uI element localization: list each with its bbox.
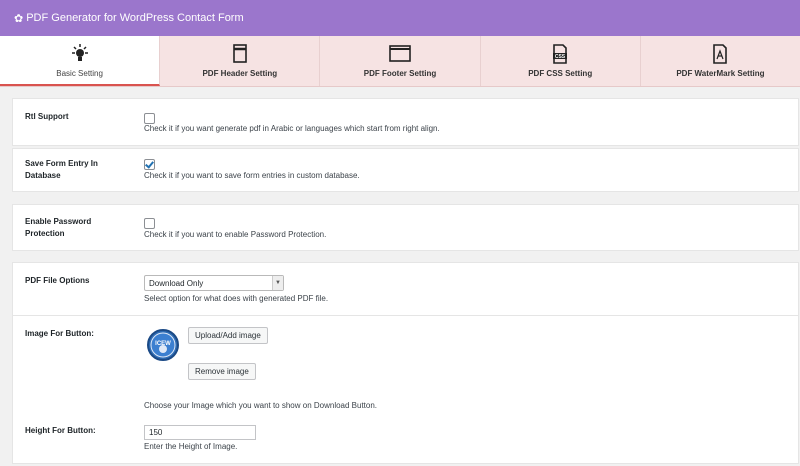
- app-title: PDF Generator for WordPress Contact Form: [26, 12, 244, 24]
- height-button-label: Height For Button:: [25, 426, 96, 435]
- button-image-preview: ICEW: [147, 329, 179, 361]
- tab-label: PDF Footer Setting: [363, 69, 437, 78]
- settings-tabs: Basic Setting PDF Header Setting PDF Foo…: [0, 36, 800, 87]
- watermark-file-icon: [713, 44, 728, 64]
- logo-icon: ICEW: [150, 332, 176, 358]
- upload-image-button[interactable]: Upload/Add image: [188, 327, 268, 344]
- remove-image-button[interactable]: Remove image: [188, 363, 256, 380]
- tab-label: PDF CSS Setting: [528, 69, 593, 78]
- file-options-label: PDF File Options: [25, 276, 90, 285]
- password-section: Enable Password Protection Check it if y…: [12, 204, 799, 251]
- tab-pdf-watermark-setting[interactable]: PDF WaterMark Setting: [641, 36, 800, 86]
- file-options-select[interactable]: Download Only ▼: [144, 275, 284, 291]
- tab-label: PDF WaterMark Setting: [676, 69, 765, 78]
- save-entry-label: Save Form Entry In Database: [25, 159, 98, 180]
- logo-text: ICEW: [155, 341, 171, 347]
- lightbulb-icon: [71, 44, 88, 61]
- rtl-support-checkbox[interactable]: [144, 113, 155, 124]
- rtl-support-section: Rtl Support Check it if you want generat…: [12, 98, 799, 146]
- app-header: ✿ PDF Generator for WordPress Contact Fo…: [0, 0, 800, 36]
- rtl-support-label: Rtl Support: [25, 112, 69, 121]
- tab-pdf-header-setting[interactable]: PDF Header Setting: [160, 36, 321, 86]
- save-entry-description: Check it if you want to save form entrie…: [144, 171, 360, 180]
- svg-text:CSS: CSS: [555, 54, 566, 60]
- file-options-selected: Download Only: [149, 279, 204, 288]
- password-description: Check it if you want to enable Password …: [144, 230, 327, 239]
- rtl-support-description: Check it if you want generate pdf in Ara…: [144, 124, 440, 133]
- height-button-input[interactable]: 150: [144, 425, 256, 440]
- save-entry-checkbox[interactable]: [144, 159, 155, 170]
- image-button-label: Image For Button:: [25, 329, 94, 338]
- save-entry-section: Save Form Entry In Database Check it if …: [12, 148, 799, 192]
- image-button-description: Choose your Image which you want to show…: [144, 401, 378, 410]
- file-options-description: Select option for what does with generat…: [144, 294, 329, 303]
- file-options-section: PDF File Options Download Only ▼ Select …: [12, 262, 799, 464]
- document-icon: [232, 44, 247, 63]
- tab-label: Basic Setting: [56, 69, 103, 78]
- password-label: Enable Password Protection: [25, 217, 92, 238]
- css-file-icon: CSS: [553, 44, 568, 64]
- window-icon: [389, 45, 411, 62]
- tab-label: PDF Header Setting: [202, 69, 278, 78]
- chevron-down-icon: ▼: [272, 276, 283, 290]
- tab-basic-setting[interactable]: Basic Setting: [0, 36, 161, 86]
- tab-pdf-footer-setting[interactable]: PDF Footer Setting: [320, 36, 481, 86]
- image-button-block: Image For Button: ICEW Upload/Add image …: [13, 316, 798, 466]
- gear-icon: ✿: [14, 12, 24, 25]
- password-checkbox[interactable]: [144, 218, 155, 229]
- tab-pdf-css-setting[interactable]: CSS PDF CSS Setting: [481, 36, 641, 86]
